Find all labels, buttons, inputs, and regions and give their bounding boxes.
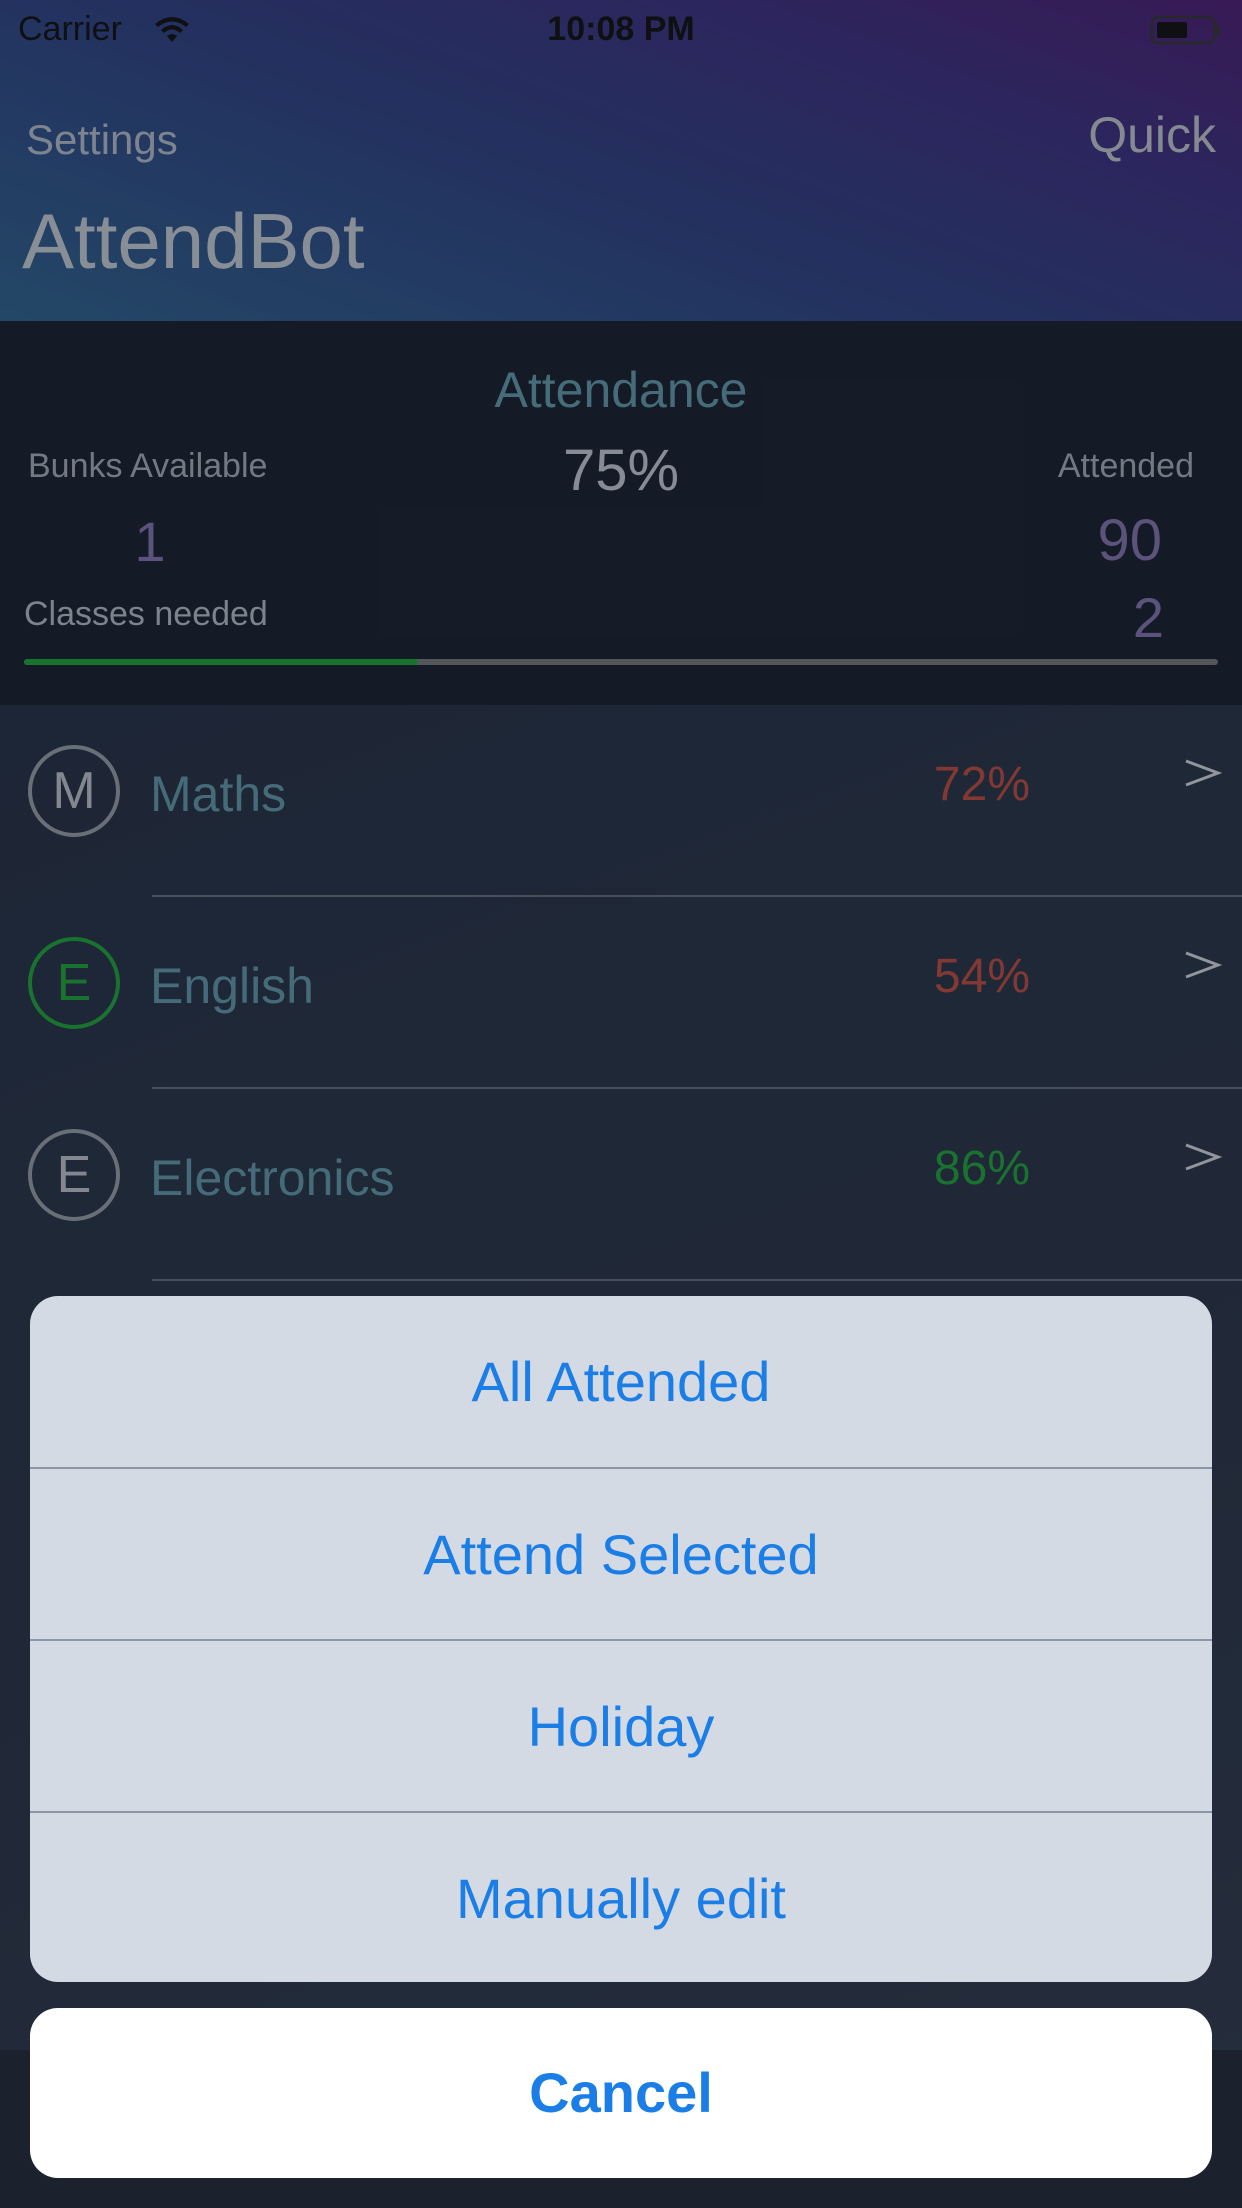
- holiday-button[interactable]: Holiday: [30, 1641, 1212, 1812]
- app-screen: Carrier 10:08 PM Settings Quick AttendBo…: [0, 0, 1242, 2208]
- action-sheet: All Attended Attend Selected Holiday Man…: [30, 1296, 1212, 1982]
- manually-edit-button[interactable]: Manually edit: [30, 1813, 1212, 1982]
- cancel-button[interactable]: Cancel: [30, 2008, 1212, 2178]
- attend-selected-button[interactable]: Attend Selected: [30, 1469, 1212, 1640]
- all-attended-button[interactable]: All Attended: [30, 1296, 1212, 1467]
